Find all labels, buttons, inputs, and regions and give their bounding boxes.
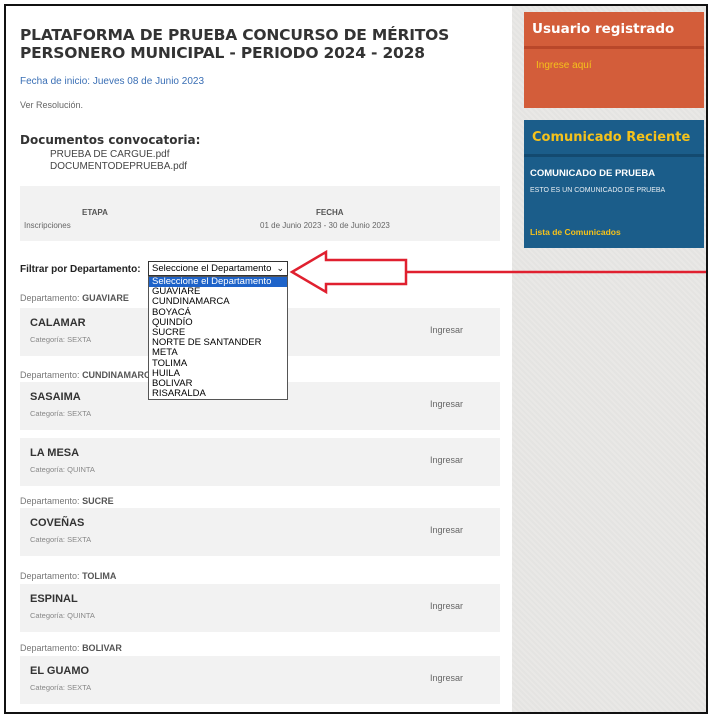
panel-divider	[524, 46, 704, 49]
ingresar-link[interactable]: Ingresar	[430, 673, 463, 683]
recent-notice-panel: Comunicado Reciente COMUNICADO DE PRUEBA…	[524, 120, 704, 248]
notice-title[interactable]: COMUNICADO DE PRUEBA	[530, 168, 655, 179]
registered-user-title: Usuario registrado	[532, 21, 675, 37]
department-label: Departamento: CUNDINAMARCA	[20, 370, 157, 380]
document-link[interactable]: PRUEBA DE CARGUE.pdf	[50, 149, 169, 160]
municipality-row: EL GUAMO Categoría: SEXTA Ingresar	[20, 656, 500, 704]
department-name: GUAVIARE	[82, 293, 129, 303]
municipality-category: Categoría: SEXTA	[30, 335, 92, 344]
department-label: Departamento: SUCRE	[20, 496, 114, 506]
registered-user-panel: Usuario registrado Ingrese aquí	[524, 12, 704, 108]
ingresar-link[interactable]: Ingresar	[430, 399, 463, 409]
municipality-row: LA MESA Categoría: QUINTA Ingresar	[20, 438, 500, 486]
municipality-row: ESPINAL Categoría: QUINTA Ingresar	[20, 584, 500, 632]
ver-resolucion-link[interactable]: Ver Resolución.	[20, 100, 83, 110]
department-prefix: Departamento:	[20, 293, 80, 303]
department-prefix: Departamento:	[20, 496, 80, 506]
department-name: CUNDINAMARCA	[82, 370, 158, 380]
etapa-header: ETAPA	[82, 208, 108, 217]
dropdown-option[interactable]: RISARALDA	[149, 388, 287, 399]
department-label: Departamento: TOLIMA	[20, 571, 116, 581]
document-link[interactable]: DOCUMENTODEPRUEBA.pdf	[50, 161, 187, 172]
department-name: BOLIVAR	[82, 643, 122, 653]
municipality-name: SASAIMA	[30, 391, 81, 403]
page-title: PLATAFORMA DE PRUEBA CONCURSO DE MÉRITOS…	[20, 26, 450, 62]
dropdown-option[interactable]: META	[149, 348, 287, 358]
department-prefix: Departamento:	[20, 643, 80, 653]
documents-title: Documentos convocatoria:	[20, 133, 201, 147]
department-prefix: Departamento:	[20, 370, 80, 380]
department-select[interactable]: Seleccione el Departamento ⌄	[148, 261, 288, 276]
municipality-name: COVEÑAS	[30, 517, 85, 529]
municipality-category: Categoría: SEXTA	[30, 409, 92, 418]
start-date: Fecha de inicio: Jueves 08 de Junio 2023	[20, 76, 205, 87]
fecha-header: FECHA	[316, 208, 344, 217]
stage-table: ETAPA FECHA Inscripciones 01 de Junio 20…	[20, 186, 500, 241]
department-prefix: Departamento:	[20, 571, 80, 581]
recent-notice-title: Comunicado Reciente	[532, 130, 691, 145]
department-label: Departamento: GUAVIARE	[20, 293, 129, 303]
municipality-name: LA MESA	[30, 447, 80, 459]
etapa-value: Inscripciones	[24, 221, 71, 230]
screenshot-frame: PLATAFORMA DE PRUEBA CONCURSO DE MÉRITOS…	[4, 4, 708, 714]
chevron-down-icon: ⌄	[276, 263, 284, 273]
municipality-category: Categoría: SEXTA	[30, 535, 92, 544]
main-content: PLATAFORMA DE PRUEBA CONCURSO DE MÉRITOS…	[6, 6, 512, 712]
ingresar-link[interactable]: Ingresar	[430, 525, 463, 535]
department-label: Departamento: BOLIVAR	[20, 643, 122, 653]
department-name: SUCRE	[82, 496, 114, 506]
municipality-category: Categoría: SEXTA	[30, 683, 92, 692]
fecha-value: 01 de Junio 2023 - 30 de Junio 2023	[260, 221, 390, 230]
ingresar-link[interactable]: Ingresar	[430, 325, 463, 335]
notice-body: ESTO ES UN COMUNICADO DE PRUEBA	[530, 187, 666, 194]
notices-list-link[interactable]: Lista de Comunicados	[530, 227, 621, 237]
sidebar: Usuario registrado Ingrese aquí Comunica…	[512, 6, 706, 712]
municipality-category: Categoría: QUINTA	[30, 465, 95, 474]
municipality-row: COVEÑAS Categoría: SEXTA Ingresar	[20, 508, 500, 556]
municipality-name: CALAMAR	[30, 317, 86, 329]
department-name: TOLIMA	[82, 571, 117, 581]
ingresar-link[interactable]: Ingresar	[430, 455, 463, 465]
municipality-name: EL GUAMO	[30, 665, 90, 677]
login-link[interactable]: Ingrese aquí	[536, 60, 592, 71]
municipality-name: ESPINAL	[30, 593, 78, 605]
ingresar-link[interactable]: Ingresar	[430, 601, 463, 611]
filter-label: Filtrar por Departamento:	[20, 264, 141, 275]
panel-divider	[524, 154, 704, 157]
department-dropdown[interactable]: Seleccione el Departamento GUAVIARE CUNDIN…	[148, 276, 288, 401]
department-select-value: Seleccione el Departamento	[152, 263, 272, 274]
municipality-category: Categoría: QUINTA	[30, 611, 95, 620]
